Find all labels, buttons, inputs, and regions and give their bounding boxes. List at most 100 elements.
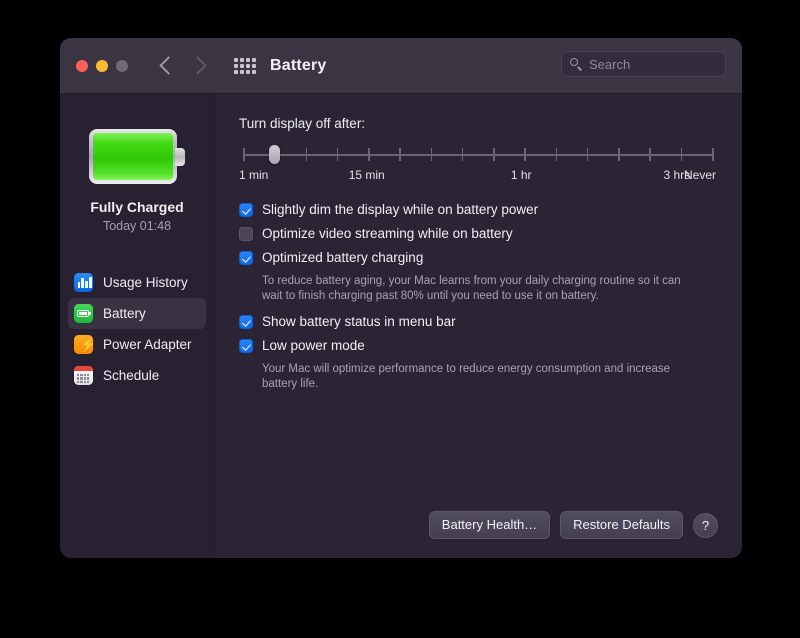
checkbox-optimize-video[interactable]: [239, 227, 253, 241]
search-icon: [570, 58, 583, 71]
slider-tick: [681, 148, 683, 161]
window-body: Fully Charged Today 01:48 Usage History: [60, 94, 742, 558]
battery-options-list: Slightly dim the display while on batter…: [239, 202, 716, 392]
zoom-button-icon[interactable]: [116, 60, 128, 72]
battery-full-icon: [89, 129, 185, 184]
checkbox-menu-bar-status[interactable]: [239, 315, 253, 329]
sidebar-item-label: Battery: [103, 306, 146, 321]
slider-tick-labels: 1 min15 min1 hr3 hrsNever: [239, 168, 716, 186]
slider-tick: [337, 148, 339, 161]
slider-tick: [524, 148, 526, 161]
slider-tick: [649, 148, 651, 161]
sidebar-item-battery[interactable]: Battery: [68, 298, 206, 329]
chevron-right-icon[interactable]: [188, 56, 206, 74]
battery-status-time: Today 01:48: [60, 219, 214, 233]
grid-dot: [246, 58, 250, 62]
slider-tick-label: Never: [684, 168, 716, 182]
schedule-calendar-icon: [74, 366, 93, 385]
checkbox-dim-display[interactable]: [239, 203, 253, 217]
option-label: Low power mode: [262, 338, 365, 354]
calendar-grid-glyph: [77, 374, 89, 383]
chevron-left-icon[interactable]: [159, 56, 177, 74]
slider-tick: [712, 148, 714, 161]
battery-glyph: [77, 310, 89, 317]
window-titlebar: Battery Search: [60, 38, 742, 94]
bar-chart-glyph: [78, 277, 92, 288]
show-all-grid-icon[interactable]: [234, 58, 256, 74]
slider-tick: [243, 148, 245, 161]
sidebar-item-power-adapter[interactable]: ⚡ Power Adapter: [68, 329, 206, 360]
option-row-optimize-video[interactable]: Optimize video streaming while on batter…: [239, 226, 716, 242]
option-row-menu-bar-status[interactable]: Show battery status in menu bar: [239, 314, 716, 330]
help-button[interactable]: ?: [693, 513, 718, 538]
battery-fill: [93, 133, 173, 180]
battery-shell: [89, 129, 177, 184]
restore-defaults-button[interactable]: Restore Defaults: [560, 511, 683, 539]
desktop-background: Battery Search Fully Charged Today 01:48: [0, 0, 800, 638]
grid-dot: [234, 70, 238, 74]
option-label: Slightly dim the display while on batter…: [262, 202, 538, 218]
grid-dot: [252, 70, 256, 74]
sidebar-item-label: Power Adapter: [103, 337, 192, 352]
minimize-button-icon[interactable]: [96, 60, 108, 72]
power-adapter-icon: ⚡: [74, 335, 93, 354]
close-button-icon[interactable]: [76, 60, 88, 72]
slider-knob[interactable]: [269, 145, 280, 164]
lightning-bolt-glyph: ⚡: [80, 338, 93, 352]
footer-buttons: Battery Health… Restore Defaults ?: [429, 511, 718, 539]
usage-history-icon: [74, 273, 93, 292]
slider-tick-label: 15 min: [349, 168, 385, 182]
sidebar: Fully Charged Today 01:48 Usage History: [60, 94, 215, 558]
sidebar-item-usage-history[interactable]: Usage History: [68, 267, 206, 298]
slider-tick-label: 1 hr: [511, 168, 532, 182]
window-title: Battery: [270, 57, 327, 75]
option-row-optimized-charging[interactable]: Optimized battery charging: [239, 250, 716, 266]
navigation-buttons: [162, 59, 204, 72]
option-help-optimized-charging: To reduce battery aging, your Mac learns…: [262, 274, 702, 304]
search-field[interactable]: Search: [561, 51, 726, 77]
option-row-dim-display[interactable]: Slightly dim the display while on batter…: [239, 202, 716, 218]
grid-dot: [240, 64, 244, 68]
display-sleep-slider[interactable]: [239, 144, 716, 166]
grid-dot: [234, 58, 238, 62]
battery-icon: [74, 304, 93, 323]
grid-dot: [240, 70, 244, 74]
slider-tick-label: 1 min: [239, 168, 268, 182]
slider-tick: [587, 148, 589, 161]
sidebar-list: Usage History Battery ⚡ Power Adap: [60, 267, 214, 391]
grid-dot: [240, 58, 244, 62]
battery-terminal: [175, 148, 185, 166]
slider-tick: [556, 148, 558, 161]
grid-dot: [246, 70, 250, 74]
grid-dot: [246, 64, 250, 68]
sidebar-item-schedule[interactable]: Schedule: [68, 360, 206, 391]
slider-tick: [306, 148, 308, 161]
slider-ticks: [243, 148, 712, 161]
option-row-low-power-mode[interactable]: Low power mode: [239, 338, 716, 354]
sidebar-item-label: Schedule: [103, 368, 159, 383]
option-label: Optimize video streaming while on batter…: [262, 226, 513, 242]
traffic-light-buttons: [76, 60, 128, 72]
battery-preferences-window: Battery Search Fully Charged Today 01:48: [60, 38, 742, 558]
battery-tip-glyph: [89, 312, 91, 315]
sidebar-item-label: Usage History: [103, 275, 188, 290]
option-help-low-power-mode: Your Mac will optimize performance to re…: [262, 362, 702, 392]
battery-health-button[interactable]: Battery Health…: [429, 511, 550, 539]
grid-dot: [234, 64, 238, 68]
slider-tick: [399, 148, 401, 161]
slider-tick: [493, 148, 495, 161]
calendar-header-glyph: [74, 366, 93, 371]
battery-status-text: Fully Charged: [60, 199, 214, 215]
slider-tick: [431, 148, 433, 161]
search-placeholder: Search: [589, 57, 630, 72]
slider-tick: [368, 148, 370, 161]
checkbox-low-power-mode[interactable]: [239, 339, 253, 353]
grid-dot: [252, 58, 256, 62]
grid-dot: [252, 64, 256, 68]
option-label: Show battery status in menu bar: [262, 314, 456, 330]
checkbox-optimized-charging[interactable]: [239, 251, 253, 265]
option-label: Optimized battery charging: [262, 250, 423, 266]
slider-tick: [462, 148, 464, 161]
display-sleep-label: Turn display off after:: [239, 116, 716, 131]
main-content: Turn display off after: 1 min15 min1 hr3…: [215, 94, 742, 558]
